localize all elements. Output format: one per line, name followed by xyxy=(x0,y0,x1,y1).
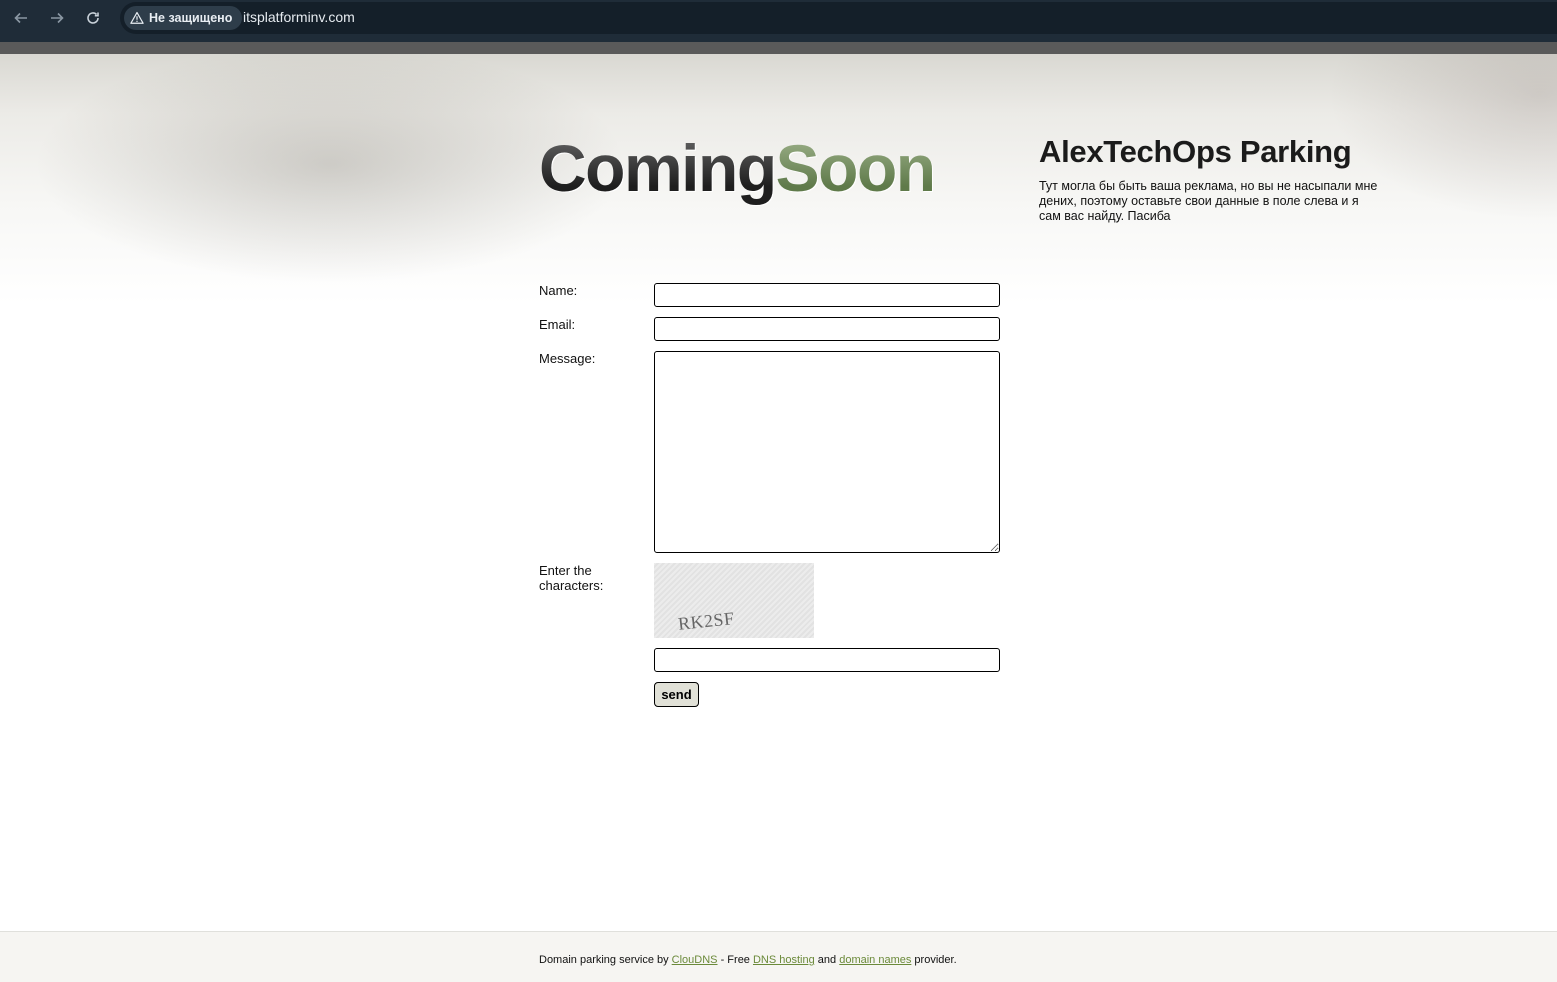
cloudns-link[interactable]: ClouDNS xyxy=(672,954,718,966)
logo-word-coming: Coming xyxy=(539,131,777,205)
footer-middle-1: - Free xyxy=(717,954,753,966)
logo-word-soon: Soon xyxy=(775,131,936,205)
send-button[interactable]: send xyxy=(654,682,699,707)
arrow-right-icon xyxy=(51,12,64,24)
message-label: Message: xyxy=(539,351,596,366)
email-input[interactable] xyxy=(654,317,1000,341)
footer-middle-2: and xyxy=(814,954,840,966)
footer-suffix: provider. xyxy=(911,954,957,966)
coming-soon-logo: ComingSoon xyxy=(539,128,936,208)
name-label: Name: xyxy=(539,283,578,298)
warning-triangle-icon xyxy=(130,11,144,24)
url-text[interactable]: itsplatforminv.com xyxy=(243,9,355,25)
captcha-image: RK2SF xyxy=(654,563,814,638)
domain-names-link[interactable]: domain names xyxy=(839,954,911,966)
browser-toolbar: Не защищено itsplatforminv.com xyxy=(0,0,1557,36)
footer-text: Domain parking service by ClouDNS - Free… xyxy=(539,954,957,966)
toolbar-divider xyxy=(0,36,1557,54)
name-input[interactable] xyxy=(654,283,1000,307)
forward-button[interactable] xyxy=(42,0,72,36)
email-label: Email: xyxy=(539,317,576,332)
security-label: Не защищено xyxy=(149,11,233,25)
page-content: ComingSoon AlexTechOps Parking Тут могла… xyxy=(0,54,1557,982)
footer: Domain parking service by ClouDNS - Free… xyxy=(0,931,1557,982)
captcha-text: RK2SF xyxy=(677,608,736,634)
sidebar-text: Тут могла бы быть ваша реклама, но вы не… xyxy=(1039,179,1378,223)
reload-icon xyxy=(87,12,99,24)
captcha-label: Enter the characters: xyxy=(539,563,604,593)
footer-prefix: Domain parking service by xyxy=(539,954,672,966)
back-button[interactable] xyxy=(6,0,36,36)
captcha-input[interactable] xyxy=(654,648,1000,672)
message-textarea[interactable] xyxy=(654,351,1000,553)
security-chip[interactable]: Не защищено xyxy=(124,6,243,30)
arrow-left-icon xyxy=(14,12,27,24)
dns-hosting-link[interactable]: DNS hosting xyxy=(753,954,815,966)
sidebar-title: AlexTechOps Parking xyxy=(1039,134,1352,169)
reload-button[interactable] xyxy=(78,0,108,36)
